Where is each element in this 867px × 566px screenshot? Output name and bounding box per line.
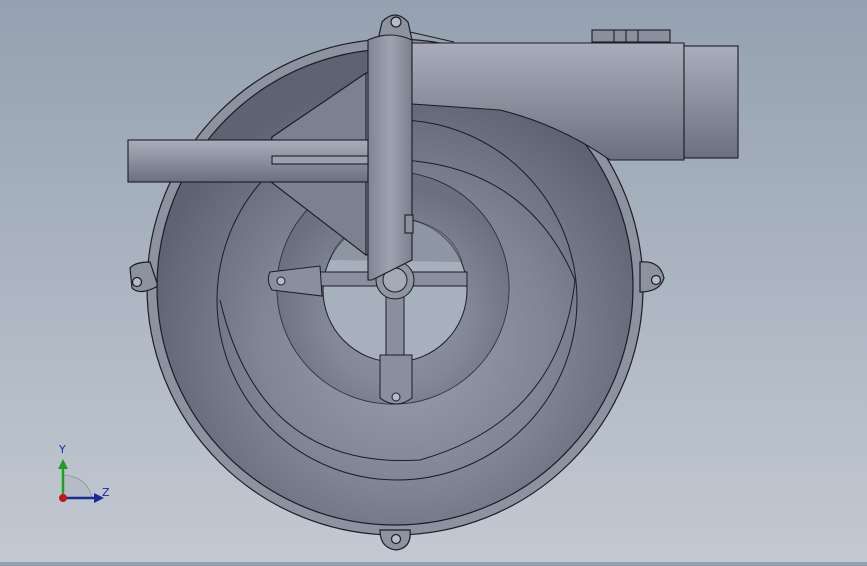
side-tube	[127, 139, 369, 183]
triad-z-label: Z	[102, 486, 110, 499]
triad-y-label: Y	[59, 443, 66, 456]
x-axis-dot	[59, 494, 67, 502]
graphics-viewport[interactable]: Y Z	[0, 0, 867, 562]
orientation-triad	[58, 459, 104, 503]
blower-model[interactable]	[0, 0, 867, 562]
